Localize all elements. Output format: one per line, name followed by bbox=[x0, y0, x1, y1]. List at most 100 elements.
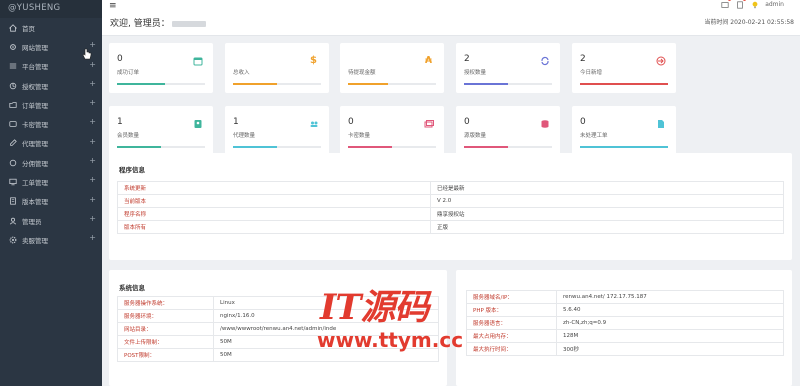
sidebar-item-label: 网站管理 bbox=[22, 43, 48, 52]
expand-plus-icon[interactable]: + bbox=[89, 156, 96, 165]
stat-value: 0 bbox=[464, 117, 470, 127]
stat-progress-bar bbox=[580, 146, 668, 148]
sidebar-item[interactable]: 首页 bbox=[0, 18, 102, 37]
stat-label: 总收入 bbox=[233, 70, 250, 76]
row-value: zh-CN,zh;q=0.9 bbox=[556, 316, 784, 330]
row-value: V 2.0 bbox=[430, 194, 784, 208]
table-row: 系统更新 已经是最新 bbox=[117, 181, 784, 195]
row-key: 当前版本 bbox=[117, 194, 431, 208]
welcome-text: 欢迎, 管理员： bbox=[110, 16, 206, 29]
current-time: 当前时间 2020-02-21 02:55:58 bbox=[704, 19, 794, 26]
expand-plus-icon[interactable]: + bbox=[89, 175, 96, 184]
sidebar-item-label: 代理管理 bbox=[22, 140, 48, 149]
row-key: 最大占用内存： bbox=[466, 329, 557, 343]
sidebar-item-label: 卖服管理 bbox=[22, 236, 48, 245]
stat-label: 未处理工单 bbox=[580, 133, 608, 139]
table-row: 程序名称 鼎享授权站 bbox=[117, 207, 784, 221]
stat-card: 1 会员数量 bbox=[109, 106, 213, 156]
row-key: 版本所有 bbox=[117, 220, 431, 234]
database-icon bbox=[539, 118, 550, 129]
stat-progress-bar bbox=[348, 83, 436, 85]
row-value: 正版 bbox=[430, 220, 784, 234]
sidebar-item-label: 平台管理 bbox=[22, 63, 48, 72]
expand-plus-icon[interactable]: + bbox=[89, 233, 96, 242]
table-row: PHP 版本： 5.6.40 bbox=[466, 303, 784, 317]
stat-label: 授权数量 bbox=[464, 70, 487, 76]
expand-plus-icon[interactable]: + bbox=[89, 195, 96, 204]
screen-icon bbox=[8, 178, 17, 187]
stat-card: 0 源版数量 bbox=[456, 106, 560, 156]
stat-progress-bar bbox=[348, 146, 436, 148]
sidebar-item[interactable]: 代理管理 + bbox=[0, 134, 102, 153]
lightbulb-icon[interactable] bbox=[750, 0, 759, 9]
pencil-icon bbox=[8, 139, 17, 148]
stat-card: 1 代理数量 bbox=[225, 106, 329, 156]
row-value: 鼎享授权站 bbox=[430, 207, 784, 221]
refresh-icon bbox=[539, 55, 550, 66]
stat-label: 源版数量 bbox=[464, 133, 487, 139]
sidebar-item-label: 首页 bbox=[22, 24, 35, 33]
expand-plus-icon[interactable]: + bbox=[89, 137, 96, 146]
hand-cursor-icon bbox=[82, 48, 92, 60]
menu-toggle-icon[interactable]: ≡ bbox=[109, 1, 117, 11]
expand-plus-icon[interactable]: + bbox=[89, 117, 96, 126]
sidebar-item[interactable]: 管理员 + bbox=[0, 211, 102, 230]
sidebar-item[interactable]: 卖服管理 + bbox=[0, 230, 102, 249]
row-key: 服务器语言： bbox=[466, 316, 557, 330]
panel-title: 程序信息 bbox=[119, 166, 145, 174]
expand-plus-icon[interactable]: + bbox=[89, 60, 96, 69]
stat-value: 2 bbox=[464, 54, 470, 64]
stat-progress-bar bbox=[117, 83, 205, 85]
sidebar-item-label: 管理员 bbox=[22, 217, 42, 226]
top-bar: ≡ 欢迎, 管理员： admin 当前时间 2020-02-21 02:55:5… bbox=[102, 0, 800, 36]
sidebar-item[interactable]: 订单管理 + bbox=[0, 95, 102, 114]
currency-icon: ₳ bbox=[425, 55, 432, 66]
server-info-panel: 服务器域名/IP： renwu.an4.net/ 172.17.75.187 PHP… bbox=[456, 270, 792, 386]
sidebar-item[interactable]: 授权管理 + bbox=[0, 76, 102, 95]
program-info-table: 系统更新 已经是最新 当前版本 V 2.0 程序名称 鼎享授权站 版本所有 正版 bbox=[117, 181, 784, 234]
stat-progress-bar bbox=[233, 146, 321, 148]
key-icon bbox=[8, 81, 17, 90]
watermark-logo: IT源码 bbox=[320, 287, 429, 328]
stat-label: 会员数量 bbox=[117, 133, 140, 139]
sidebar-item[interactable]: 版本管理 + bbox=[0, 192, 102, 211]
row-key: 程序名称 bbox=[117, 207, 431, 221]
home-icon bbox=[8, 23, 17, 32]
stat-value: 1 bbox=[233, 117, 239, 127]
message-icon[interactable] bbox=[720, 0, 732, 9]
table-row: 服务器域名/IP： renwu.an4.net/ 172.17.75.187 bbox=[466, 290, 784, 304]
watermark-url: www.ttym.cc bbox=[317, 328, 464, 352]
settings-icon bbox=[8, 42, 17, 51]
stat-card: 总收入 $ bbox=[225, 43, 329, 93]
stat-card: 2 今日新增 bbox=[572, 43, 676, 93]
table-row: 最大占用内存： 128M bbox=[466, 329, 784, 343]
sidebar-item-label: 订单管理 bbox=[22, 101, 48, 110]
sidebar-item[interactable]: 分佣管理 + bbox=[0, 153, 102, 172]
sidebar-item-label: 授权管理 bbox=[22, 82, 48, 91]
table-row: 版本所有 正版 bbox=[117, 220, 784, 234]
program-info-panel: 程序信息 系统更新 已经是最新 当前版本 V 2.0 程序名称 鼎享授权站 版本所有 正版 bbox=[109, 153, 792, 260]
panel-title: 系统信息 bbox=[119, 284, 145, 292]
stat-progress-bar bbox=[464, 83, 552, 85]
table-row: 最大执行时间： 300秒 bbox=[466, 342, 784, 356]
row-value: 300秒 bbox=[556, 342, 784, 356]
gear-icon bbox=[8, 235, 17, 244]
row-key: 服务器环境： bbox=[117, 309, 214, 323]
stat-value: 2 bbox=[580, 54, 586, 64]
sidebar-item[interactable]: 卡密管理 + bbox=[0, 114, 102, 133]
expand-plus-icon[interactable]: + bbox=[89, 214, 96, 223]
expand-plus-icon[interactable]: + bbox=[89, 98, 96, 107]
user-menu[interactable]: admin bbox=[765, 1, 784, 8]
stat-value: 1 bbox=[117, 117, 123, 127]
stat-card: 0 成功订单 bbox=[109, 43, 213, 93]
sidebar-item[interactable]: 工单管理 + bbox=[0, 172, 102, 191]
sidebar-item-label: 卡密管理 bbox=[22, 121, 48, 130]
notification-icon[interactable] bbox=[735, 0, 747, 9]
dollar-icon: $ bbox=[310, 55, 317, 66]
stat-progress-bar bbox=[233, 83, 321, 85]
expand-plus-icon[interactable]: + bbox=[89, 79, 96, 88]
row-key: 系统更新 bbox=[117, 181, 431, 195]
contact-icon bbox=[192, 118, 203, 129]
stat-progress-bar bbox=[580, 83, 668, 85]
row-key: 网站目录： bbox=[117, 322, 214, 336]
